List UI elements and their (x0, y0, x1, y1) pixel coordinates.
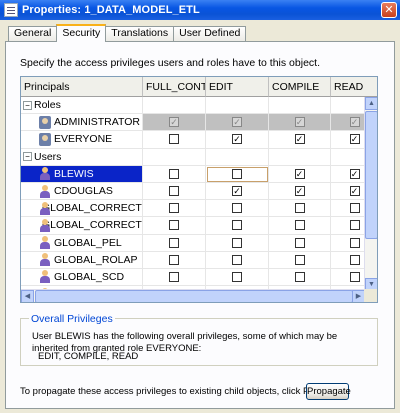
compile-checkbox[interactable] (294, 237, 305, 248)
compile-checkbox[interactable]: ✓ (294, 134, 305, 145)
read-checkbox[interactable]: ✓ (349, 134, 360, 145)
close-icon[interactable]: ✕ (381, 2, 397, 18)
scroll-up-icon[interactable]: ▲ (365, 97, 377, 110)
compile-checkbox[interactable] (294, 254, 305, 265)
read-checkbox[interactable] (349, 203, 360, 214)
user-row[interactable]: GLOBAL_CORRECTE... (21, 200, 377, 218)
principal-name: GLOBAL_CORRECTE... (42, 219, 142, 232)
properties-icon (4, 3, 18, 17)
column-header-full-control[interactable]: FULL_CONT... (143, 77, 206, 97)
principal-name: GLOBAL_SCD (54, 270, 125, 283)
collapse-icon[interactable]: − (23, 100, 32, 110)
user-row[interactable]: GLOBAL_CORRECTE... (21, 217, 377, 235)
edit-checkbox[interactable] (232, 203, 242, 214)
read-checkbox[interactable] (349, 271, 360, 282)
edit-checkbox[interactable] (232, 271, 242, 282)
grid-header: Principals FULL_CONT... EDIT COMPILE REA… (21, 77, 377, 97)
read-checkbox[interactable]: ✓ (349, 186, 360, 197)
window-title: Properties: 1_DATA_MODEL_ETL (22, 4, 200, 16)
edit-checkbox[interactable] (232, 220, 242, 231)
full-checkbox: ✓ (169, 117, 179, 128)
column-header-read[interactable]: READ (331, 77, 377, 97)
compile-checkbox[interactable]: ✓ (294, 168, 305, 179)
read-checkbox[interactable] (349, 254, 360, 265)
full-checkbox[interactable] (169, 254, 179, 265)
edit-checkbox[interactable]: ✓ (232, 134, 242, 145)
compile-checkbox[interactable] (294, 220, 305, 231)
tab-strip: General Security Translations User Defin… (8, 24, 247, 42)
full-checkbox[interactable] (169, 134, 179, 145)
full-checkbox[interactable] (169, 168, 179, 179)
read-checkbox: ✓ (349, 117, 360, 128)
principal-name: CDOUGLAS (54, 185, 113, 198)
principal-name: ADMINISTRATOR (54, 116, 140, 129)
principal-name: GLOBAL_ROLAP (54, 253, 138, 266)
column-header-compile[interactable]: COMPILE (269, 77, 331, 97)
edit-checkbox[interactable] (232, 254, 242, 265)
vertical-scrollbar[interactable]: ▲ ▼ (364, 97, 377, 291)
compile-checkbox[interactable] (294, 203, 305, 214)
role-row[interactable]: ADMINISTRATOR ✓ ✓ ✓ ✓ (21, 114, 377, 132)
propagate-button[interactable]: Propagate (306, 383, 351, 400)
privileges-grid: Principals FULL_CONT... EDIT COMPILE REA… (20, 76, 378, 303)
compile-checkbox: ✓ (294, 117, 305, 128)
compile-checkbox[interactable] (294, 271, 305, 282)
user-row[interactable]: GLOBAL_ROLAP (21, 251, 377, 269)
user-icon (39, 167, 51, 181)
user-row[interactable]: GLOBAL_SCD (21, 268, 377, 287)
user-icon (39, 184, 51, 198)
grid-rows: − Roles ADMINISTRATOR ✓ ✓ ✓ ✓ EVERYONE ✓ ✓ ✓ − Users… (21, 97, 377, 302)
tab-user-defined[interactable]: User Defined (173, 26, 247, 41)
user-icon (39, 270, 51, 284)
principal-name: GLOBAL_PEL (54, 236, 122, 249)
group-row-users[interactable]: − Users (21, 148, 377, 166)
read-checkbox[interactable] (349, 220, 360, 231)
full-checkbox[interactable] (169, 203, 179, 214)
full-checkbox[interactable] (169, 186, 179, 197)
group-label: Users (34, 150, 62, 163)
edit-checkbox: ✓ (232, 117, 242, 128)
user-row[interactable]: CDOUGLAS ✓ ✓ ✓ (21, 182, 377, 201)
role-icon (39, 132, 51, 146)
overall-privileges-title: Overall Privileges (29, 313, 115, 325)
column-header-principals[interactable]: Principals (21, 77, 143, 97)
title-bar: Properties: 1_DATA_MODEL_ETL ✕ (0, 0, 400, 20)
column-header-edit[interactable]: EDIT (206, 77, 269, 97)
read-checkbox[interactable] (349, 237, 360, 248)
collapse-icon[interactable]: − (23, 152, 32, 162)
tab-translations[interactable]: Translations (105, 26, 175, 41)
horizontal-scroll-thumb[interactable] (35, 290, 353, 302)
full-checkbox[interactable] (169, 237, 179, 248)
role-row[interactable]: EVERYONE ✓ ✓ ✓ (21, 131, 377, 149)
group-row-roles[interactable]: − Roles (21, 97, 377, 115)
scroll-left-icon[interactable]: ◀ (21, 290, 34, 302)
principal-name: BLEWIS (54, 167, 94, 180)
horizontal-scrollbar[interactable]: ◀ ▶ (21, 289, 365, 302)
vertical-scroll-thumb[interactable] (365, 111, 377, 239)
user-row[interactable]: BLEWIS ✓ ✓ (21, 165, 377, 183)
principal-name: EVERYONE (54, 133, 113, 146)
edit-checkbox[interactable] (232, 237, 242, 248)
user-icon (39, 253, 51, 267)
compile-checkbox[interactable]: ✓ (294, 186, 305, 197)
full-checkbox[interactable] (169, 271, 179, 282)
propagate-instructions: To propagate these access privileges to … (20, 386, 350, 397)
edit-checkbox[interactable] (232, 168, 242, 179)
role-icon (39, 115, 51, 129)
user-icon (39, 236, 51, 250)
user-row[interactable]: GLOBAL_PEL (21, 234, 377, 252)
principal-name: GLOBAL_CORRECTE... (42, 202, 142, 215)
edit-checkbox[interactable]: ✓ (232, 186, 242, 197)
description-text: Specify the access privileges users and … (20, 57, 320, 69)
group-label: Roles (34, 99, 61, 112)
read-checkbox[interactable]: ✓ (349, 168, 360, 179)
overall-privileges-list: EDIT, COMPILE, READ (38, 351, 139, 362)
tab-security[interactable]: Security (56, 24, 107, 42)
scroll-corner (364, 289, 377, 302)
full-checkbox[interactable] (169, 220, 179, 231)
tab-general[interactable]: General (8, 26, 58, 41)
